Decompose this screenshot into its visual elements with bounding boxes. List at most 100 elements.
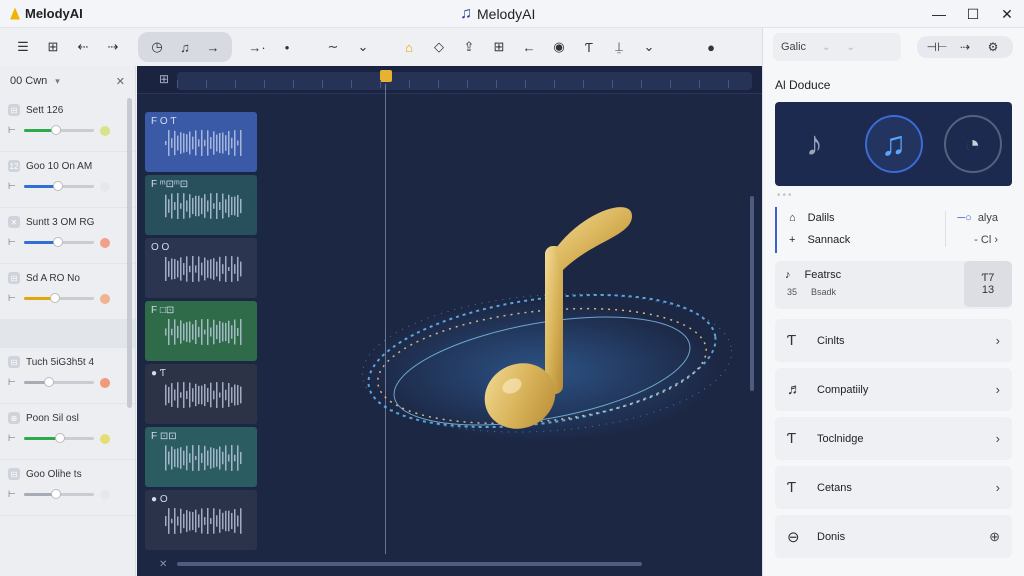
track-status-dot[interactable] <box>100 181 110 192</box>
audio-clip[interactable]: F □⊡ <box>145 301 257 361</box>
feature-card[interactable]: ♪ Featrsc 35 Bsadk Ƭ7 13 <box>775 261 1012 309</box>
forward-icon[interactable]: → <box>200 34 226 60</box>
chevron-right-icon[interactable]: › <box>996 480 1000 495</box>
audio-clip[interactable]: F ⊡⊡ <box>145 427 257 487</box>
split-icon[interactable]: ⍊ <box>606 34 632 60</box>
ai-menu-item[interactable]: Ƭ Cetans › <box>775 466 1012 509</box>
chevron-down-icon[interactable]: ⌄ <box>846 42 854 53</box>
music-note-icon[interactable]: ♪ <box>786 115 844 173</box>
track-item[interactable]: ✕ Suntt 3 OM RG ⊢ <box>0 208 135 264</box>
arrangement-editor[interactable]: ⊞ F O ƬF ᵐ⊡ᵐ⊡ O OF □⊡ ● ƬF ⊡⊡ ● O ✕ <box>137 66 762 576</box>
track-item[interactable]: ⊟ Goo Olihe ts ⊢ <box>0 460 135 516</box>
audio-clip[interactable]: O O <box>145 238 257 298</box>
track-lock-icon[interactable]: ⊢ <box>8 125 18 136</box>
track-volume-slider[interactable] <box>24 377 94 387</box>
clock-icon[interactable]: ◷ <box>144 34 170 60</box>
chevron-down-icon[interactable]: ⌄ <box>350 34 376 60</box>
track-volume-slider[interactable] <box>24 489 94 499</box>
audio-clip[interactable]: F O Ƭ <box>145 112 257 172</box>
preset-search-input[interactable]: Galic ⌄ ⌄ <box>773 33 901 61</box>
target-icon[interactable]: ◉ <box>546 34 572 60</box>
track-status-dot[interactable] <box>100 489 110 500</box>
volume-knob[interactable] <box>49 293 60 303</box>
timeline-ruler[interactable]: ⊞ <box>137 66 762 94</box>
arrow-left-icon[interactable]: ← <box>516 34 542 60</box>
track-volume-slider[interactable] <box>24 125 94 135</box>
note-icon[interactable]: ♫ <box>172 34 198 60</box>
volume-knob[interactable] <box>55 433 66 443</box>
track-lock-icon[interactable]: ⊢ <box>8 489 18 500</box>
chevron-right-icon[interactable]: › <box>996 382 1000 397</box>
audio-clip[interactable]: ● Ƭ <box>145 364 257 424</box>
ai-menu-item[interactable]: Ƭ Toclnidge › <box>775 417 1012 460</box>
track-volume-slider[interactable] <box>24 433 94 443</box>
close-icon[interactable]: ✕ <box>159 559 167 570</box>
arrow-right-icon[interactable]: ⇢ <box>953 40 977 54</box>
ai-menu-item[interactable]: Ƭ Cinlts › <box>775 319 1012 362</box>
track-item[interactable]: ⊕ Poon Sil osl ⊢ <box>0 404 135 460</box>
track-volume-slider[interactable] <box>24 181 94 191</box>
audio-clip[interactable]: ● O <box>145 490 257 550</box>
volume-knob[interactable] <box>44 377 55 387</box>
track-volume-slider[interactable] <box>24 293 94 303</box>
chevron-down-icon[interactable]: ⌄ <box>822 42 830 53</box>
volume-knob[interactable] <box>51 489 62 499</box>
track-item[interactable]: ⊟ Sett 126 ⊢ <box>0 96 135 152</box>
step-forward-icon[interactable]: →· <box>244 34 270 60</box>
music-notes-icon[interactable]: ♫ <box>864 115 923 173</box>
track-status-dot[interactable] <box>100 125 110 136</box>
chevron-down-icon[interactable]: ▾ <box>55 76 60 87</box>
volume-knob[interactable] <box>50 125 61 135</box>
split-view-icon[interactable]: ⊣⊢ <box>925 40 949 54</box>
volume-knob[interactable] <box>52 237 63 247</box>
toggle-row[interactable]: ─○ alya <box>938 207 998 229</box>
track-lock-icon[interactable]: ⊢ <box>8 377 18 388</box>
ruler-grid-icon[interactable]: ⊞ <box>159 72 169 86</box>
upload-icon[interactable]: ⇪ <box>456 34 482 60</box>
chevron-right-icon[interactable]: › <box>996 431 1000 446</box>
track-lock-icon[interactable]: ⊢ <box>8 433 18 444</box>
menu-icon[interactable]: ☰ <box>10 34 36 60</box>
audio-clip[interactable]: F ᵐ⊡ᵐ⊡ <box>145 175 257 235</box>
track-item[interactable]: ⊟ Tuch 5iG3h5t 4 ⊢ <box>0 348 135 404</box>
track-status-dot[interactable] <box>100 237 110 248</box>
tracks-panel-title[interactable]: 00 Cwn <box>10 75 47 87</box>
editor-vertical-scrollbar[interactable] <box>750 196 754 391</box>
playhead-marker[interactable] <box>380 70 392 82</box>
track-lock-icon[interactable]: ⊢ <box>8 293 18 304</box>
chevron-right-icon[interactable]: › <box>996 333 1000 348</box>
track-status-dot[interactable] <box>100 377 110 388</box>
point-icon[interactable]: • <box>274 34 300 60</box>
volume-knob[interactable] <box>52 181 63 191</box>
grid-icon[interactable]: ⊞ <box>486 34 512 60</box>
track-lock-icon[interactable]: ⊢ <box>8 181 18 192</box>
close-icon[interactable]: ✕ <box>116 75 125 88</box>
editor-horizontal-scrollbar[interactable] <box>177 562 642 566</box>
ai-menu-item[interactable]: ⊖ Donis ⊕ <box>775 515 1012 558</box>
chevron-right-icon[interactable]: ⊕ <box>989 529 1000 545</box>
track-item[interactable] <box>0 320 135 348</box>
tune-icon[interactable]: Ƭ <box>576 34 602 60</box>
layout-icon[interactable]: ⊞ <box>40 34 66 60</box>
track-volume-slider[interactable] <box>24 237 94 247</box>
ai-menu-item[interactable]: ♬ Compatiily › <box>775 368 1012 411</box>
close-window-button[interactable]: ✕ <box>990 0 1024 28</box>
tracks-scrollbar[interactable] <box>127 98 132 408</box>
track-item[interactable]: 12 Goo 10 On AM ⊢ <box>0 152 135 208</box>
track-status-dot[interactable] <box>100 433 110 444</box>
toggle-icon[interactable]: ─○ <box>957 212 971 224</box>
undo-icon[interactable]: ⇠ <box>70 34 96 60</box>
track-status-dot[interactable] <box>100 293 110 304</box>
track-item[interactable]: ⊟ Sd A RO No ⊢ <box>0 264 135 320</box>
home-icon[interactable]: ⌂ <box>396 34 422 60</box>
dial-icon[interactable]: ◔ <box>943 115 1002 173</box>
track-lock-icon[interactable]: ⊢ <box>8 237 18 248</box>
maximize-button[interactable]: ☐ <box>956 0 990 28</box>
settings-icon[interactable]: ⚙ <box>981 40 1005 54</box>
dropdown-chevron-icon[interactable]: ⌄ <box>636 34 662 60</box>
details-value[interactable]: - Cl › <box>938 229 998 251</box>
minimize-button[interactable]: — <box>922 0 956 28</box>
redo-icon[interactable]: ⇢ <box>100 34 126 60</box>
search-value[interactable]: Galic <box>781 41 806 53</box>
diamond-icon[interactable]: ◇ <box>426 34 452 60</box>
